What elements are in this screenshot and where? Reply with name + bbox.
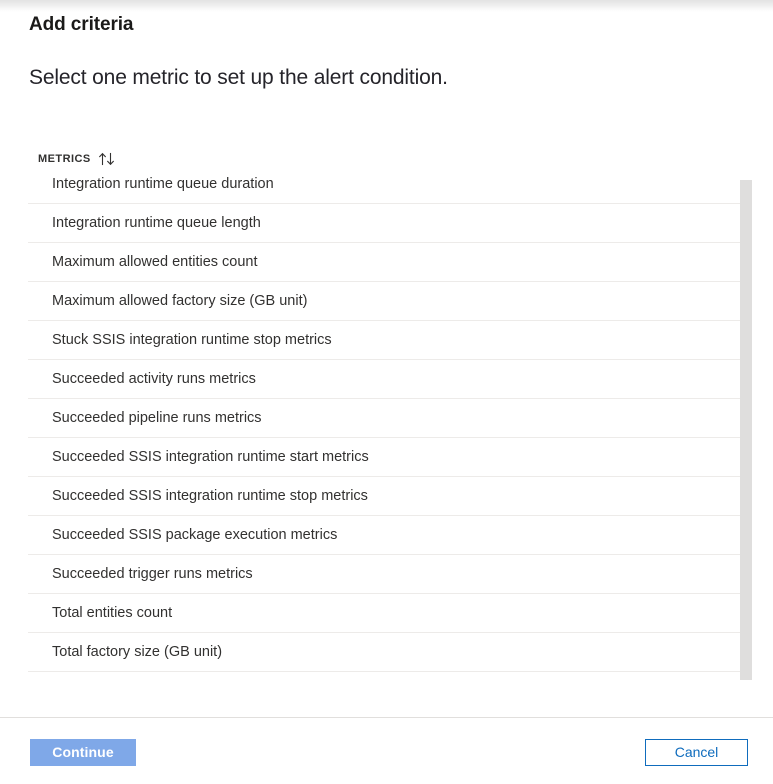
metrics-column-header-label: METRICS <box>38 153 91 165</box>
table-row[interactable]: Succeeded SSIS integration runtime start… <box>28 438 740 477</box>
footer: Continue Cancel <box>0 718 773 784</box>
metric-name: Total factory size (GB unit) <box>52 644 223 660</box>
table-row[interactable]: Maximum allowed factory size (GB unit) <box>28 282 740 321</box>
page-subtitle: Select one metric to set up the alert co… <box>29 66 448 89</box>
table-row[interactable] <box>28 672 740 704</box>
table-row[interactable]: Integration runtime queue length <box>28 204 740 243</box>
metric-name: Integration runtime queue duration <box>52 176 274 192</box>
metrics-column-header[interactable]: METRICS <box>38 150 116 168</box>
metric-name: Succeeded activity runs metrics <box>52 371 256 387</box>
metrics-list: Integration runtime queue duration Integ… <box>0 176 773 704</box>
table-row[interactable]: Succeeded activity runs metrics <box>28 360 740 399</box>
cancel-button[interactable]: Cancel <box>645 739 748 766</box>
metric-name: Maximum allowed factory size (GB unit) <box>52 293 308 309</box>
table-row[interactable]: Succeeded SSIS integration runtime stop … <box>28 477 740 516</box>
table-row[interactable]: Stuck SSIS integration runtime stop metr… <box>28 321 740 360</box>
page-title: Add criteria <box>29 14 134 35</box>
metric-name: Integration runtime queue length <box>52 215 261 231</box>
metric-name: Stuck SSIS integration runtime stop metr… <box>52 332 332 348</box>
metric-name: Total entities count <box>52 605 173 621</box>
table-row[interactable]: Total factory size (GB unit) <box>28 633 740 672</box>
metrics-list-scrollbar[interactable] <box>740 176 752 704</box>
table-row[interactable]: Maximum allowed entities count <box>28 243 740 282</box>
table-row[interactable]: Total entities count <box>28 594 740 633</box>
metric-name: Succeeded pipeline runs metrics <box>52 410 262 426</box>
metrics-list-container[interactable]: Integration runtime queue duration Integ… <box>0 176 773 704</box>
scrollbar-thumb[interactable] <box>740 180 752 680</box>
table-row[interactable]: Succeeded trigger runs metrics <box>28 555 740 594</box>
metric-name: Succeeded trigger runs metrics <box>52 566 253 582</box>
table-row[interactable]: Succeeded SSIS package execution metrics <box>28 516 740 555</box>
metric-name: Succeeded SSIS integration runtime stop … <box>52 488 368 504</box>
metric-name: Maximum allowed entities count <box>52 254 258 270</box>
sort-up-down-icon[interactable] <box>98 151 116 167</box>
metric-name: Succeeded SSIS package execution metrics <box>52 527 338 543</box>
table-row[interactable]: Succeeded pipeline runs metrics <box>28 399 740 438</box>
panel-top-gradient <box>0 0 773 12</box>
table-row[interactable]: Integration runtime queue duration <box>28 176 740 204</box>
metric-name: Succeeded SSIS integration runtime start… <box>52 449 369 465</box>
continue-button[interactable]: Continue <box>30 739 136 766</box>
